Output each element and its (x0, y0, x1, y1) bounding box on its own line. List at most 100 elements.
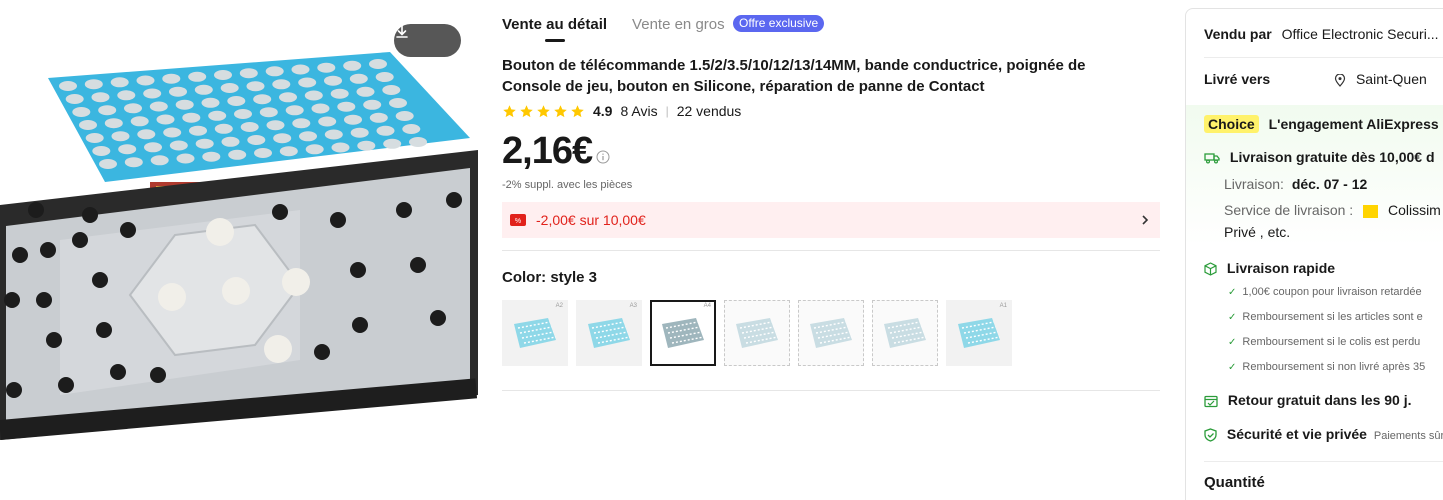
rating-score: 4.9 (593, 103, 613, 119)
contact-dot (291, 64, 310, 75)
contact-dot (240, 122, 259, 132)
key-contact-dot (40, 242, 56, 258)
contact-dot (143, 88, 162, 99)
section-divider (502, 390, 1160, 391)
key-contact-dot (352, 317, 368, 333)
contact-dot (175, 99, 194, 110)
color-swatch[interactable]: A3 (576, 300, 642, 366)
color-swatch[interactable] (724, 300, 790, 366)
section-divider (502, 250, 1160, 251)
coupon-banner[interactable]: % -2,00€ sur 10,00€ (502, 202, 1160, 238)
key-contact-dot (350, 262, 366, 278)
ship-to-label: Livré vers (1204, 71, 1271, 87)
price-row: 2,16€ (502, 128, 610, 174)
contact-dot (254, 148, 272, 158)
info-icon[interactable] (596, 150, 610, 164)
contact-dot (292, 118, 311, 129)
key-contact-dot (82, 207, 98, 223)
contact-dot (65, 94, 84, 104)
ship-to-value: Saint-Quen (1355, 71, 1427, 87)
security-subtitle: Paiements sûr (1373, 430, 1443, 442)
exclusive-offer-badge: Offre exclusive (733, 15, 825, 32)
service-label: Service de livraison : (1224, 202, 1354, 218)
key-contact-dot (36, 292, 52, 308)
seller-name-link[interactable]: Office Electronic Securi... (1282, 26, 1439, 42)
swatch-thumbnail (958, 318, 1001, 348)
contact-dot (111, 131, 130, 142)
reviews-link[interactable]: 8 Avis (620, 103, 657, 119)
contact-dot (92, 146, 111, 156)
key-contact-dot (58, 377, 74, 393)
sale-mode-tabs: Vente au détail Vente en gros (502, 16, 750, 42)
contact-dot (317, 62, 336, 73)
return-icon (1204, 395, 1218, 407)
contact-dot (104, 118, 123, 129)
contact-dot (357, 140, 376, 151)
key-contact-dot (96, 322, 112, 338)
star-icon (520, 104, 533, 117)
contact-dot (227, 96, 246, 106)
contact-dot (201, 97, 220, 108)
tab-wholesale[interactable]: Vente en gros (632, 16, 725, 33)
color-swatch[interactable] (798, 300, 864, 366)
contact-dot (279, 92, 297, 103)
download-image-button[interactable] (394, 24, 461, 57)
ship-to-row[interactable]: Livré vers Saint-Quen (1204, 71, 1427, 87)
contact-dot (214, 70, 232, 80)
contact-dot (395, 111, 414, 121)
key-contact-dot (430, 310, 446, 326)
contact-dot (349, 73, 368, 84)
contact-dot (239, 68, 258, 79)
contact-dot (124, 103, 142, 114)
service-row: Service de livraison : Colissim (1224, 202, 1441, 218)
contact-dot (369, 112, 388, 123)
color-swatch[interactable]: A2 (502, 300, 568, 366)
contact-dot (318, 116, 337, 127)
free-return-row: Retour gratuit dans les 90 j. (1204, 392, 1412, 408)
rating-stars (502, 104, 587, 119)
color-swatch[interactable]: A1 (946, 300, 1012, 366)
free-shipping-text: Livraison gratuite dès 10,00€ d (1229, 149, 1435, 165)
product-image-gallery[interactable] (0, 0, 478, 500)
swatch-thumbnail (884, 318, 927, 348)
product-title: Bouton de télécommande 1.5/2/3.5/10/12/1… (502, 57, 1086, 95)
contact-dot (266, 120, 285, 131)
fast-guarantee-item: 1,00€ coupon pour livraison retardée (1228, 286, 1421, 298)
contact-dot (169, 140, 188, 151)
color-swatch[interactable]: A4 (650, 300, 716, 366)
fast-delivery-title: Livraison rapide (1226, 260, 1336, 276)
color-swatches: A2 A3 A4 A1 (502, 300, 1020, 366)
security-row[interactable]: Sécurité et vie privée Paiements sûr (1204, 426, 1443, 442)
contact-dot (228, 149, 247, 160)
color-swatch[interactable] (872, 300, 938, 366)
contact-dot (331, 142, 350, 153)
swatch-tag: A4 (703, 303, 711, 309)
download-icon (396, 25, 408, 38)
key-contact-dot (396, 202, 412, 218)
contact-dot (311, 103, 330, 114)
contact-dot (382, 85, 401, 95)
choice-section: Choice L'engagement AliExpress Livraison… (1186, 105, 1443, 465)
contact-dot (214, 123, 233, 134)
swatch-thumbnail (514, 318, 557, 348)
tab-retail[interactable]: Vente au détail (502, 16, 607, 42)
contact-dot (402, 124, 421, 134)
swatch-tag: A2 (555, 303, 563, 309)
contact-dot (246, 81, 265, 92)
price: 2,16€ (502, 130, 593, 172)
delivery-dates: déc. 07 - 12 (1291, 176, 1368, 192)
contact-dot (350, 127, 369, 138)
contact-dot (272, 79, 291, 90)
choice-badge: Choice (1204, 115, 1259, 133)
contact-dot (84, 79, 103, 90)
contact-dot (91, 92, 110, 103)
contact-dot (124, 157, 143, 168)
coupon-text: -2,00€ sur 10,00€ (536, 212, 646, 228)
star-icon (537, 104, 550, 117)
key-contact-dot (46, 332, 62, 348)
coupon-icon: % (510, 214, 526, 226)
contact-dot (343, 60, 362, 71)
key-contact-dot (410, 257, 426, 273)
delivery-row: Livraison: déc. 07 - 12 (1224, 176, 1367, 192)
security-title: Sécurité et vie privée (1226, 426, 1367, 442)
